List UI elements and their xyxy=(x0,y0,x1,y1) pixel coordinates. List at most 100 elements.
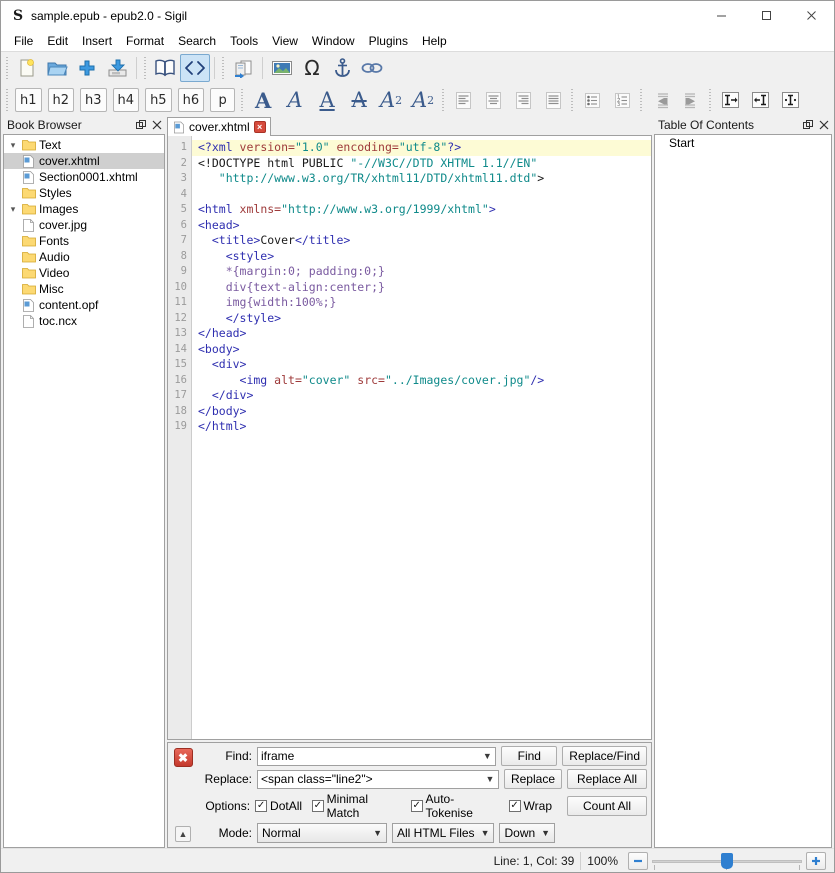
chevron-down-icon[interactable]: ▾ xyxy=(6,137,20,153)
zoom-slider[interactable] xyxy=(652,852,802,870)
code-line[interactable]: <head> xyxy=(192,218,651,234)
toolbar-grip-indent[interactable] xyxy=(637,87,645,113)
toc-body[interactable]: Start xyxy=(654,134,832,848)
align-justify-button[interactable] xyxy=(538,86,568,114)
subscript-button[interactable]: A2 xyxy=(375,86,407,114)
toolbar-grip-textstyle[interactable] xyxy=(238,87,246,113)
heading-h6-button[interactable]: h6 xyxy=(177,88,205,112)
text-direction-ltr-button[interactable] xyxy=(715,86,745,114)
code-line[interactable]: div{text-align:center;} xyxy=(192,280,651,296)
code-line[interactable]: <?xml version="1.0" encoding="utf-8"?> xyxy=(192,140,651,156)
menu-format[interactable]: Format xyxy=(119,31,171,51)
insert-image-button[interactable] xyxy=(267,54,297,82)
book-browser-close-icon[interactable] xyxy=(149,117,165,133)
code-content[interactable]: <?xml version="1.0" encoding="utf-8"?> <!… xyxy=(192,136,651,739)
heading-h1-button[interactable]: h1 xyxy=(15,88,42,112)
bullet-list-button[interactable] xyxy=(577,86,607,114)
superscript-button[interactable]: A2 xyxy=(407,86,439,114)
option-minimal-match-checkbox[interactable]: ✓ Minimal Match xyxy=(312,792,401,820)
count-all-button[interactable]: Count All xyxy=(567,796,647,816)
tree-item-misc-folder[interactable]: Misc xyxy=(4,281,164,297)
heading-h3-button[interactable]: h3 xyxy=(80,88,107,112)
new-file-button[interactable] xyxy=(12,54,42,82)
toolbar-grip-views[interactable] xyxy=(141,55,149,81)
chevron-down-icon[interactable]: ▾ xyxy=(6,201,20,217)
code-line[interactable]: </html> xyxy=(192,419,651,435)
increase-indent-button[interactable] xyxy=(676,86,706,114)
menu-help[interactable]: Help xyxy=(415,31,454,51)
tree-item-content-opf[interactable]: content.opf xyxy=(4,297,164,313)
zoom-out-button[interactable] xyxy=(628,851,648,870)
tree-item-audio-folder[interactable]: Audio xyxy=(4,249,164,265)
heading-h2-button[interactable]: h2 xyxy=(47,88,75,112)
heading-h4-button[interactable]: h4 xyxy=(112,88,140,112)
book-browser-undock-icon[interactable] xyxy=(133,117,149,133)
insert-id-button[interactable] xyxy=(327,54,357,82)
tab-cover-xhtml[interactable]: cover.xhtml × xyxy=(167,117,271,136)
menu-insert[interactable]: Insert xyxy=(75,31,119,51)
chevron-down-icon[interactable]: ▼ xyxy=(481,828,490,838)
code-line[interactable]: </style> xyxy=(192,311,651,327)
italic-button[interactable]: A xyxy=(279,86,311,114)
replace-all-button[interactable]: Replace All xyxy=(567,769,647,789)
find-replace-collapse-button[interactable]: ▲ xyxy=(175,826,191,842)
toolbar-grip-insert[interactable] xyxy=(219,55,227,81)
toolbar-grip-align[interactable] xyxy=(439,87,447,113)
tree-item-fonts-folder[interactable]: Fonts xyxy=(4,233,164,249)
code-line[interactable] xyxy=(192,187,651,203)
tree-item-toc-ncx[interactable]: toc.ncx xyxy=(4,313,164,329)
code-line[interactable]: "http://www.w3.org/TR/xhtml11/DTD/xhtml1… xyxy=(192,171,651,187)
direction-select[interactable]: Down ▼ xyxy=(499,823,556,843)
align-center-button[interactable] xyxy=(478,86,508,114)
code-line[interactable]: <!DOCTYPE html PUBLIC "-//W3C//DTD XHTML… xyxy=(192,156,651,172)
toc-undock-icon[interactable] xyxy=(800,117,816,133)
option-dotall-checkbox[interactable]: ✓ DotAll xyxy=(255,799,302,813)
code-line[interactable]: *{margin:0; padding:0;} xyxy=(192,264,651,280)
heading-h5-button[interactable]: h5 xyxy=(145,88,172,112)
tree-item-text-folder[interactable]: ▾ Text xyxy=(4,137,164,153)
save-button[interactable] xyxy=(102,54,132,82)
code-line[interactable]: <img alt="cover" src="../Images/cover.jp… xyxy=(192,373,651,389)
toc-item-start[interactable]: Start xyxy=(655,135,831,151)
option-auto-tokenise-checkbox[interactable]: ✓ Auto-Tokenise xyxy=(410,792,499,820)
toolbar-grip[interactable] xyxy=(3,55,11,81)
code-line[interactable]: </body> xyxy=(192,404,651,420)
menu-file[interactable]: File xyxy=(7,31,40,51)
tree-item-images-folder[interactable]: ▾ Images xyxy=(4,201,164,217)
tree-item-section0001-xhtml[interactable]: Section0001.xhtml xyxy=(4,169,164,185)
code-view-button[interactable] xyxy=(180,54,210,82)
menu-window[interactable]: Window xyxy=(305,31,362,51)
chevron-down-icon[interactable]: ▼ xyxy=(479,751,495,761)
book-view-button[interactable] xyxy=(150,54,180,82)
text-direction-rtl-button[interactable] xyxy=(745,86,775,114)
close-button[interactable] xyxy=(789,1,834,30)
chevron-down-icon[interactable]: ▼ xyxy=(541,828,550,838)
underline-button[interactable]: A xyxy=(311,86,343,114)
toolbar-grip-headings[interactable] xyxy=(3,87,11,113)
menu-plugins[interactable]: Plugins xyxy=(362,31,415,51)
scope-select[interactable]: All HTML Files ▼ xyxy=(392,823,495,843)
tree-item-video-folder[interactable]: Video xyxy=(4,265,164,281)
toolbar-grip-direction[interactable] xyxy=(706,87,714,113)
option-wrap-checkbox[interactable]: ✓ Wrap xyxy=(508,799,552,813)
menu-search[interactable]: Search xyxy=(171,31,223,51)
find-replace-close-button[interactable]: ✖ xyxy=(173,748,193,767)
paragraph-button[interactable]: p xyxy=(210,88,236,112)
zoom-slider-handle[interactable] xyxy=(721,852,733,869)
zoom-in-button[interactable] xyxy=(806,851,826,870)
add-file-button[interactable] xyxy=(72,54,102,82)
chevron-down-icon[interactable]: ▼ xyxy=(482,774,498,784)
tree-item-cover-xhtml[interactable]: cover.xhtml xyxy=(4,153,164,169)
numbered-list-button[interactable]: 123 xyxy=(607,86,637,114)
mode-select[interactable]: Normal ▼ xyxy=(257,823,387,843)
find-button[interactable]: Find xyxy=(501,746,558,766)
strikethrough-button[interactable]: A xyxy=(343,86,375,114)
code-line[interactable]: <title>Cover</title> xyxy=(192,233,651,249)
toc-close-icon[interactable] xyxy=(816,117,832,133)
insert-special-character-button[interactable]: Ω xyxy=(297,54,327,82)
replace-button[interactable]: Replace xyxy=(503,769,562,789)
menu-view[interactable]: View xyxy=(265,31,305,51)
replace-find-button[interactable]: Replace/Find xyxy=(562,746,647,766)
align-left-button[interactable] xyxy=(448,86,478,114)
code-line[interactable]: img{width:100%;} xyxy=(192,295,651,311)
